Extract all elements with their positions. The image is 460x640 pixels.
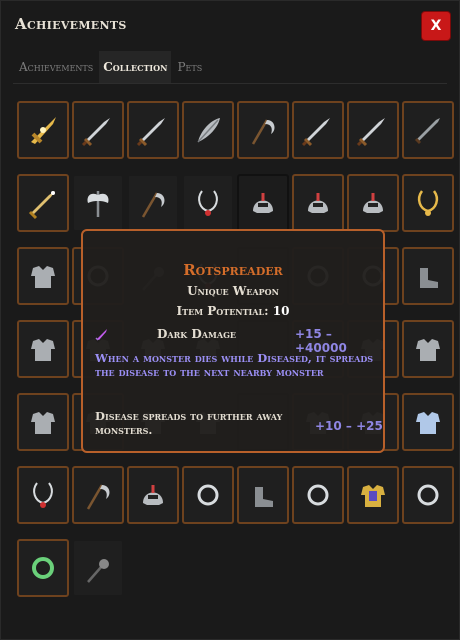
collection-slot[interactable] bbox=[17, 174, 69, 232]
helmet-icon bbox=[308, 193, 328, 213]
ornate-gold-sword-icon bbox=[31, 117, 56, 144]
ring-icon bbox=[417, 484, 439, 506]
collection-slot[interactable] bbox=[402, 174, 454, 232]
dagger-icon bbox=[414, 118, 440, 145]
collection-slot[interactable] bbox=[72, 174, 124, 232]
item-potential: Item Potential: 10 bbox=[83, 304, 383, 318]
collection-slot[interactable] bbox=[347, 174, 399, 232]
collection-slot[interactable] bbox=[17, 320, 69, 378]
tab-bar: Achievements Collection Pets bbox=[15, 51, 206, 83]
sword-icon bbox=[136, 118, 165, 147]
collection-slot[interactable] bbox=[72, 466, 124, 524]
collection-slot[interactable] bbox=[402, 101, 454, 159]
collection-slot[interactable] bbox=[17, 539, 69, 597]
collection-slot[interactable] bbox=[402, 466, 454, 524]
gold-amulet-icon bbox=[417, 190, 439, 216]
item-name: Rotspreader bbox=[183, 261, 283, 279]
scythe-icon bbox=[251, 119, 275, 145]
legendary-bonus-text: Disease spreads to further away monsters… bbox=[95, 409, 283, 437]
collection-slot[interactable] bbox=[292, 174, 344, 232]
item-type: Unique Weapon bbox=[187, 284, 279, 298]
tab-achievements[interactable]: Achievements bbox=[15, 51, 97, 83]
collection-slot[interactable] bbox=[237, 101, 289, 159]
window-title: Achievements bbox=[15, 15, 127, 33]
amulet-icon bbox=[198, 190, 218, 216]
legendary-bonus-range: +10 – +25 bbox=[315, 419, 383, 433]
collection-slot[interactable] bbox=[17, 247, 69, 305]
collection-slot[interactable] bbox=[402, 320, 454, 378]
collection-slot[interactable] bbox=[292, 466, 344, 524]
helmet-icon bbox=[363, 193, 383, 213]
collection-slot[interactable] bbox=[127, 174, 179, 232]
collection-slot[interactable] bbox=[402, 247, 454, 305]
collection-slot[interactable] bbox=[182, 101, 234, 159]
item-potential-value: 10 bbox=[272, 304, 290, 318]
collection-slot[interactable] bbox=[402, 393, 454, 451]
affix-row: Dark Damage +15 – +40000 bbox=[83, 327, 383, 355]
chest-armor-icon bbox=[31, 266, 55, 288]
collection-slot[interactable] bbox=[72, 539, 124, 597]
ring-icon bbox=[197, 484, 219, 506]
collection-slot[interactable] bbox=[17, 101, 69, 159]
collection-slot[interactable] bbox=[17, 393, 69, 451]
sword-icon bbox=[81, 118, 110, 147]
collection-slot[interactable] bbox=[182, 466, 234, 524]
collection-slot[interactable] bbox=[347, 101, 399, 159]
sword-icon bbox=[356, 118, 385, 147]
blue-chest-armor-icon bbox=[416, 412, 440, 434]
scythe-icon bbox=[141, 192, 165, 218]
boots-icon bbox=[420, 268, 438, 288]
mace-icon bbox=[87, 559, 109, 583]
collection-slot[interactable] bbox=[72, 101, 124, 159]
gold-chest-armor-icon bbox=[361, 485, 385, 507]
collection-slot[interactable] bbox=[292, 101, 344, 159]
item-potential-label: Item Potential: bbox=[176, 304, 269, 318]
tab-divider bbox=[13, 83, 447, 84]
chest-armor-icon bbox=[416, 339, 440, 361]
chest-armor-icon bbox=[31, 339, 55, 361]
green-ring-icon bbox=[32, 557, 54, 579]
collection-slot[interactable] bbox=[182, 174, 234, 232]
collection-slot[interactable] bbox=[237, 466, 289, 524]
helmet-icon bbox=[253, 193, 273, 213]
sword-icon bbox=[301, 118, 330, 147]
collection-slot[interactable] bbox=[17, 466, 69, 524]
ring-icon bbox=[307, 484, 329, 506]
collection-slot[interactable] bbox=[127, 466, 179, 524]
scythe-icon bbox=[86, 484, 110, 510]
gold-sword-icon bbox=[28, 191, 55, 220]
collection-slot[interactable] bbox=[127, 101, 179, 159]
helmet-icon bbox=[143, 485, 163, 505]
unique-effect-text: When a monster dies while Diseased, it s… bbox=[95, 351, 374, 379]
tab-pets[interactable]: Pets bbox=[173, 51, 206, 83]
double-axe-icon bbox=[87, 191, 109, 217]
tab-collection[interactable]: Collection bbox=[99, 51, 172, 83]
boots-icon bbox=[255, 487, 273, 507]
collection-slot[interactable] bbox=[237, 174, 289, 232]
dagger-icon bbox=[95, 329, 107, 341]
amulet-icon bbox=[33, 482, 53, 508]
close-button[interactable]: X bbox=[421, 11, 451, 41]
leaf-blade-icon bbox=[197, 118, 220, 143]
item-tooltip: Rotspreader Unique Weapon Item Potential… bbox=[81, 229, 385, 453]
collection-slot[interactable] bbox=[347, 466, 399, 524]
achievements-window: Achievements X Achievements Collection P… bbox=[0, 0, 460, 640]
chest-armor-icon bbox=[31, 412, 55, 434]
affix-name: Dark Damage bbox=[157, 327, 236, 341]
